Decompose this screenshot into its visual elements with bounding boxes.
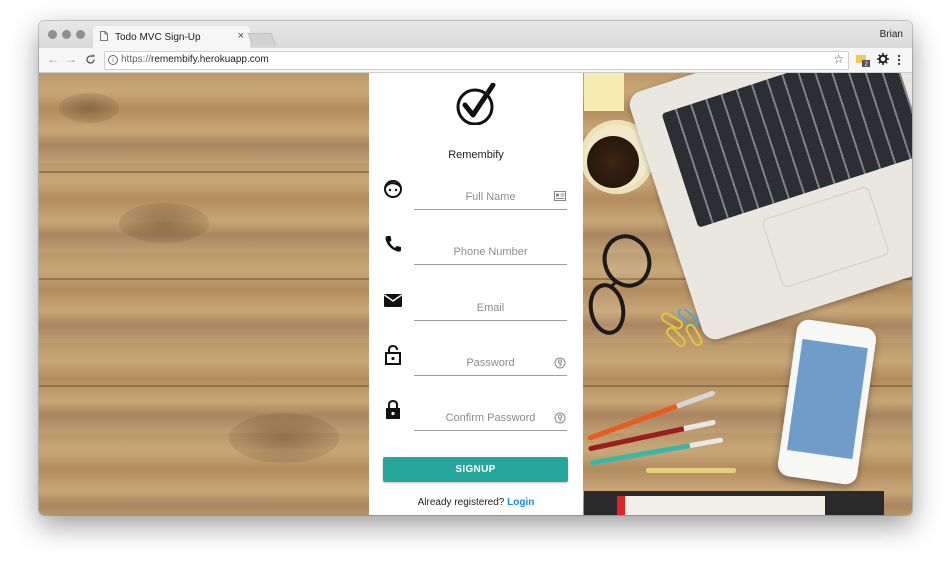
paper-clips <box>660 309 703 347</box>
login-link[interactable]: Login <box>507 497 534 508</box>
tab-title: Todo MVC Sign-Up <box>115 32 201 43</box>
coffee <box>587 136 639 188</box>
already-registered-text: Already registered? <box>417 497 505 508</box>
info-icon[interactable]: i <box>108 55 118 65</box>
close-window-button[interactable] <box>48 30 57 39</box>
extension-folder-icon[interactable]: 2 <box>856 53 870 67</box>
email-input[interactable] <box>414 296 567 321</box>
checkmark-logo-icon <box>456 83 496 125</box>
phone-field <box>369 234 583 274</box>
laptop-keyboard <box>661 73 912 228</box>
envelope-icon <box>384 294 402 307</box>
url-text: https://remembify.herokuapp.com <box>121 54 269 65</box>
url-scheme: https:// <box>121 54 152 65</box>
email-field <box>369 290 583 330</box>
more-menu-icon[interactable] <box>897 54 901 66</box>
brand-name: Remembify <box>448 149 504 161</box>
confirm-password-field <box>369 400 583 440</box>
browser-window: Todo MVC Sign-Up × Brian ← → i https://r… <box>39 21 912 515</box>
lock-icon <box>386 400 400 419</box>
password-input[interactable] <box>414 351 567 376</box>
id-card-icon <box>554 191 566 201</box>
phone-screen <box>786 338 868 460</box>
document-icon <box>100 31 108 41</box>
tab-close-icon[interactable]: × <box>238 30 244 42</box>
reload-icon[interactable] <box>85 54 96 65</box>
pencil <box>646 468 736 473</box>
signup-panel: Remembify Full Name Phone Number Email S… <box>369 73 583 515</box>
profile-name[interactable]: Brian <box>880 29 903 40</box>
phone-icon <box>385 236 401 252</box>
face-icon <box>384 180 402 198</box>
password-field <box>369 345 583 385</box>
browser-toolbar: ← → i https://remembify.herokuapp.com ☆ … <box>39 48 912 73</box>
phone-number-input[interactable] <box>414 240 567 265</box>
full-name-field <box>369 179 583 219</box>
full-name-input[interactable] <box>414 185 567 210</box>
back-arrow-icon[interactable]: ← <box>47 53 59 65</box>
new-tab-button[interactable] <box>247 33 277 46</box>
already-registered: Already registered? Login <box>369 497 583 508</box>
bookmark-star-icon[interactable]: ☆ <box>833 52 844 66</box>
signup-button[interactable]: SIGNUP <box>383 457 568 482</box>
browser-tab[interactable]: Todo MVC Sign-Up × <box>93 26 250 48</box>
zoom-window-button[interactable] <box>76 30 85 39</box>
address-bar[interactable]: i https://remembify.herokuapp.com ☆ <box>104 51 849 70</box>
gear-icon[interactable] <box>877 53 889 65</box>
forward-arrow-icon[interactable]: → <box>65 53 77 65</box>
key-icon[interactable] <box>554 412 566 424</box>
key-icon[interactable] <box>554 357 566 369</box>
confirm-password-input[interactable] <box>414 406 567 431</box>
sticky-note <box>584 73 624 111</box>
lock-open-icon <box>385 345 401 365</box>
minimize-window-button[interactable] <box>62 30 71 39</box>
notebook <box>584 491 884 515</box>
page-content: Remembify Full Name Phone Number Email S… <box>39 73 912 515</box>
title-bar: Todo MVC Sign-Up × Brian <box>39 21 912 48</box>
url-host: remembify.herokuapp.com <box>151 54 269 65</box>
smartphone <box>776 318 878 486</box>
